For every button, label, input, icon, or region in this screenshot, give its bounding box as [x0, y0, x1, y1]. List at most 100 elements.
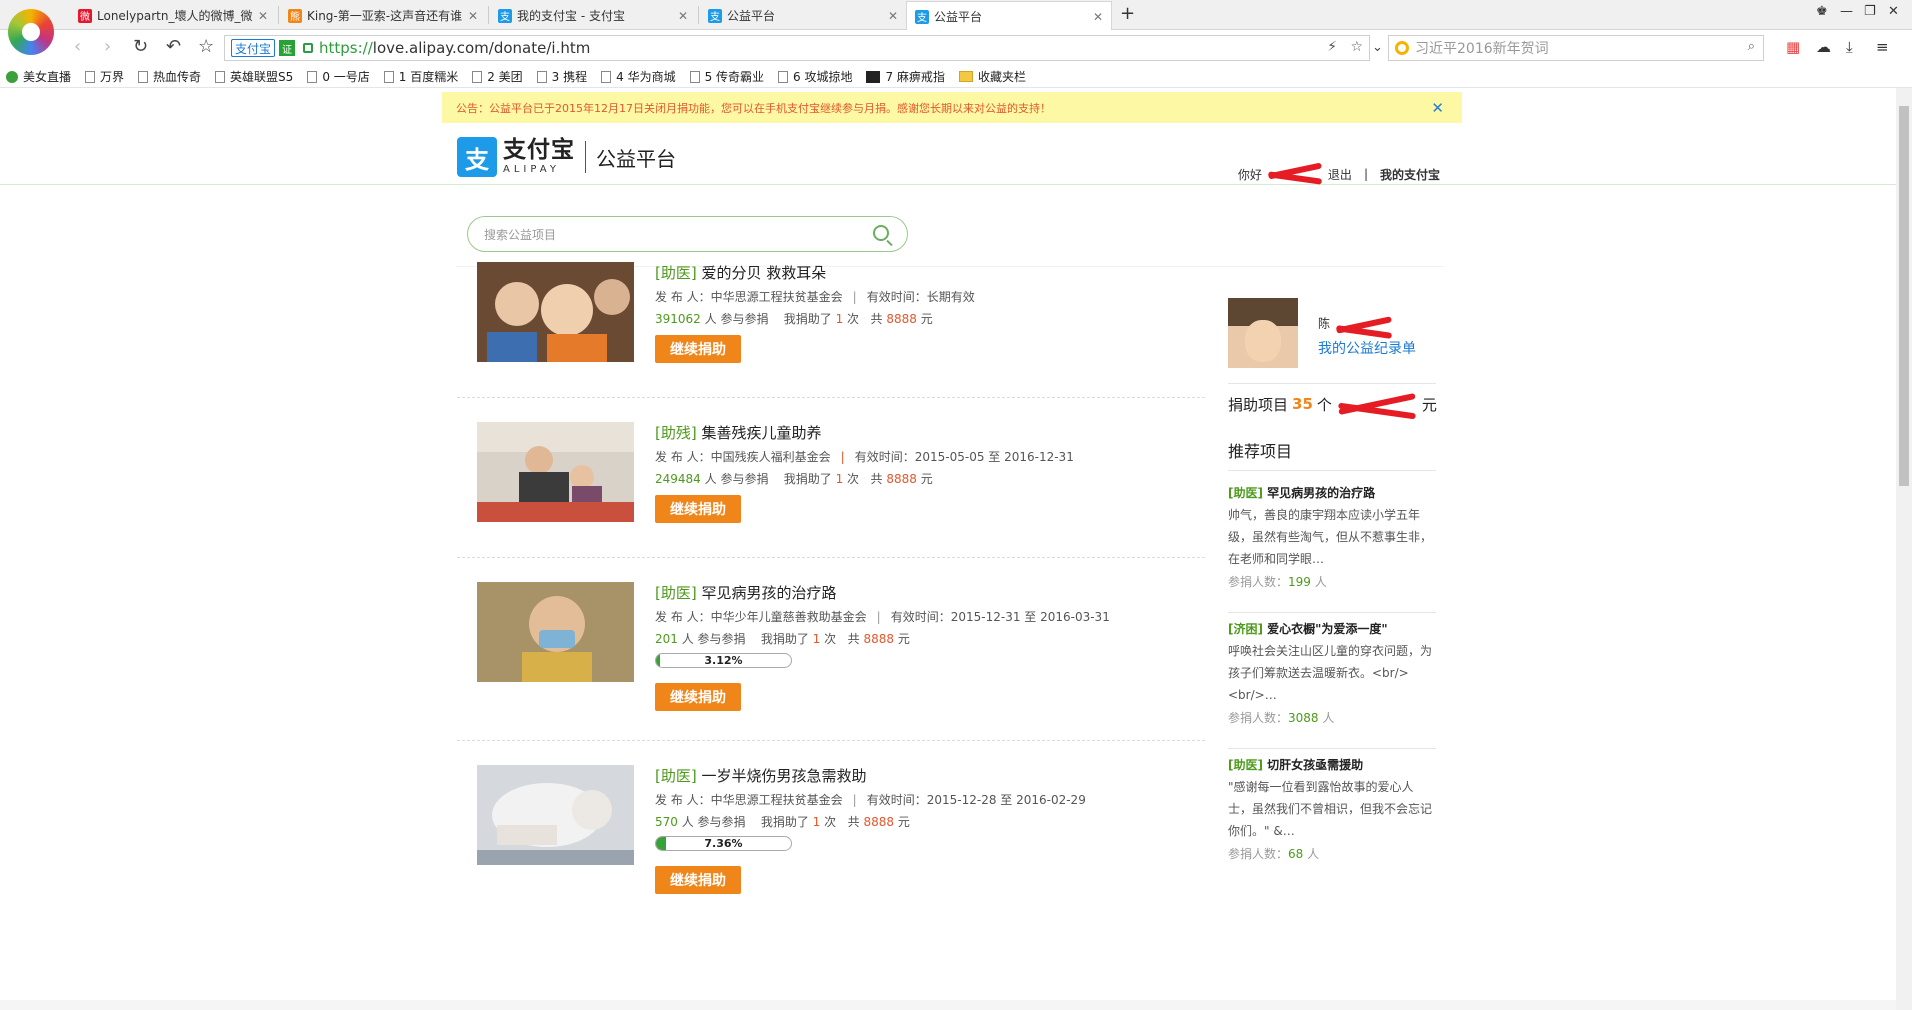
continue-donate-button[interactable]: 继续捐助 — [655, 495, 741, 523]
recommend-item-title[interactable]: [助医] 切肝女孩亟需援助 — [1228, 756, 1436, 773]
apps-icon[interactable]: ▦ — [1786, 38, 1800, 56]
download-icon[interactable]: ⤓ — [1846, 38, 1853, 56]
progress-label: 7.36% — [704, 837, 743, 850]
bookmark-item[interactable]: 英雄联盟S5 — [215, 68, 293, 85]
page-icon — [215, 70, 226, 83]
bookmark-item[interactable]: 1 百度糯米 — [383, 68, 458, 85]
project-title[interactable]: [助医] 一岁半烧伤男孩急需救助 — [655, 765, 867, 786]
browser-tab[interactable]: 支 公益平台 ✕ — [700, 1, 906, 30]
bookmark-item[interactable]: 万界 — [85, 68, 124, 85]
browser-tab[interactable]: 支 我的支付宝 - 支付宝 ✕ — [490, 1, 696, 30]
recommend-item-title[interactable]: [助医] 罕见病男孩的治疗路 — [1228, 484, 1436, 501]
back-icon[interactable]: ‹ — [74, 36, 81, 57]
recommend-item-count: 参捐人数：3088 人 — [1228, 711, 1335, 725]
tab-close-icon[interactable]: ✕ — [678, 9, 688, 23]
bookmark-item[interactable]: 美女直播 — [6, 68, 71, 85]
recommend-item-title[interactable]: [济困] 爱心衣橱"为爱添一度" — [1228, 620, 1436, 637]
project-stats: 201 人 参与参捐 我捐助了 1 次 共 8888 元 — [655, 632, 910, 646]
project-image[interactable] — [477, 765, 634, 865]
platform-title: 公益平台 — [596, 146, 676, 171]
bookmark-item[interactable]: 2 美团 — [472, 68, 523, 85]
bookmark-item[interactable]: 7 麻痹戒指 — [866, 68, 945, 85]
continue-donate-button[interactable]: 继续捐助 — [655, 683, 741, 711]
continue-donate-button[interactable]: 继续捐助 — [655, 335, 741, 363]
browser-tab-active[interactable]: 支 公益平台 ✕ — [906, 1, 1112, 31]
recommend-item-desc: "感谢每一位看到露怡故事的爱心人士，虽然我们不曾相识，但我不会忘记你们。" &… — [1228, 780, 1433, 838]
forward-icon[interactable]: › — [104, 36, 111, 57]
my-record-link[interactable]: 我的公益纪录单 — [1318, 338, 1416, 358]
project-item: [助医] 罕见病男孩的治疗路 发 布 人：中华少年儿童慈善救助基金会 | 有效时间：… — [457, 558, 1205, 741]
project-title[interactable]: [助残] 集善残疾儿童助养 — [655, 422, 822, 443]
undo-icon[interactable]: ↶ — [166, 36, 181, 57]
project-meta: 发 布 人：中国残疾人福利基金会 | 有效时间：2015-05-05 至 2016-… — [655, 450, 1074, 464]
page-scrollbar[interactable] — [1896, 88, 1912, 1010]
cloud-icon[interactable]: ☁ — [1816, 38, 1831, 56]
new-tab-button[interactable]: + — [1120, 3, 1135, 24]
project-stats: 391062 人 参与参捐 我捐助了 1 次 共 8888 元 — [655, 312, 933, 326]
recommend-item[interactable]: [济困] 爱心衣橱"为爱添一度" 呼唤社会关注山区儿童的穿衣问题，为孩子们筹款送… — [1228, 620, 1436, 726]
continue-donate-button[interactable]: 继续捐助 — [655, 866, 741, 894]
bookmark-item[interactable]: 3 携程 — [536, 68, 587, 85]
refresh-icon[interactable]: ↻ — [133, 36, 148, 57]
tab-close-icon[interactable]: ✕ — [468, 9, 478, 23]
browser-tab-bar: 微 Lonelypartn_壞人的微博_微 ✕ 熊 King-第一亚索-这声音还… — [0, 0, 1912, 31]
project-image[interactable] — [477, 582, 634, 682]
bookmark-item[interactable]: 收藏夹栏 — [958, 68, 1026, 85]
greeting: 你好 — [1237, 167, 1262, 182]
restore-button[interactable]: ❐ — [1864, 4, 1876, 19]
menu-icon[interactable]: ≡ — [1876, 38, 1889, 56]
page-icon — [383, 70, 394, 83]
search-engine-box[interactable]: 习近平2016新年贺词 ⌕ — [1388, 35, 1764, 61]
skin-icon[interactable]: ♚ — [1816, 4, 1828, 19]
donation-summary: 捐助项目 35 个 元 — [1228, 395, 1437, 414]
minimize-button[interactable]: — — [1840, 4, 1853, 19]
star-icon[interactable]: ☆ — [198, 36, 214, 57]
url-text[interactable]: https://love.alipay.com/donate/i.htm — [319, 39, 590, 57]
bookmark-item[interactable]: 0 一号店 — [307, 68, 370, 85]
folder-icon — [958, 71, 973, 82]
recommend-item[interactable]: [助医] 切肝女孩亟需援助 "感谢每一位看到露怡故事的爱心人士，虽然我们不曾相识… — [1228, 756, 1436, 862]
search-icon[interactable]: ⌕ — [1748, 39, 1755, 54]
chevron-down-icon[interactable]: ⌄ — [1372, 40, 1383, 55]
recommend-item-count: 参捐人数：199 人 — [1228, 575, 1327, 589]
tab-close-icon[interactable]: ✕ — [258, 9, 268, 23]
close-icon[interactable]: ✕ — [1431, 99, 1444, 117]
tab-close-icon[interactable]: ✕ — [1093, 10, 1103, 24]
green-circle-icon — [6, 70, 18, 83]
tab-close-icon[interactable]: ✕ — [888, 9, 898, 23]
avatar[interactable] — [1228, 298, 1298, 368]
scrollbar-thumb[interactable] — [1899, 106, 1909, 486]
progress-bar: 7.36% — [655, 836, 792, 851]
project-item: [助医] 一岁半烧伤男孩急需救助 发 布 人：中华思源工程扶贫基金会 | 有效时间：… — [457, 741, 1205, 924]
bookmark-item[interactable]: 热血传奇 — [138, 68, 201, 85]
project-title[interactable]: [助医] 罕见病男孩的治疗路 — [655, 582, 837, 603]
project-image[interactable] — [477, 262, 634, 362]
tab-title: 公益平台 — [934, 10, 983, 24]
project-image[interactable] — [477, 422, 634, 522]
bookmark-item[interactable]: 6 攻城掠地 — [778, 68, 852, 85]
browser-tab[interactable]: 微 Lonelypartn_壞人的微博_微 ✕ — [70, 1, 276, 30]
redacted-username — [1266, 160, 1324, 188]
close-window-button[interactable]: ✕ — [1888, 4, 1899, 19]
tab-title: Lonelypartn_壞人的微博_微 — [97, 9, 253, 23]
site-header: 支 支付宝 ALIPAY 公益平台 你好 退出 | 我的支付宝 — [0, 123, 1896, 185]
project-stats: 570 人 参与参捐 我捐助了 1 次 共 8888 元 — [655, 815, 910, 829]
project-title[interactable]: [助医] 爱的分贝 救救耳朵 — [655, 262, 826, 283]
page-icon — [689, 70, 700, 83]
browser-tab[interactable]: 熊 King-第一亚索-这声音还有谁 ✕ — [280, 1, 486, 30]
address-bar[interactable]: 支付宝 证 https://love.alipay.com/donate/i.h… — [224, 35, 1370, 61]
bookmark-item[interactable]: 5 传奇霸业 — [689, 68, 764, 85]
bookmark-item[interactable]: 4 华为商城 — [601, 68, 676, 85]
certificate-icon: 证 — [279, 40, 296, 56]
my-alipay-link[interactable]: 我的支付宝 — [1380, 166, 1440, 183]
bookmark-star-icon[interactable]: ☆ — [1350, 39, 1363, 55]
alipay-logo[interactable]: 支 支付宝 ALIPAY 公益平台 — [457, 137, 676, 177]
logout-link[interactable]: 退出 — [1328, 166, 1352, 183]
recommend-item[interactable]: [助医] 罕见病男孩的治疗路 帅气，善良的康宇翔本应读小学五年级，虽然有些淘气，… — [1228, 484, 1436, 590]
page-icon — [138, 70, 149, 83]
site-badge: 支付宝 — [231, 39, 276, 57]
lightning-icon[interactable]: ⚡ — [1327, 39, 1337, 55]
logo-name: 支付宝 — [503, 137, 575, 163]
browser-logo-icon[interactable] — [8, 9, 54, 55]
page-icon — [472, 70, 483, 83]
